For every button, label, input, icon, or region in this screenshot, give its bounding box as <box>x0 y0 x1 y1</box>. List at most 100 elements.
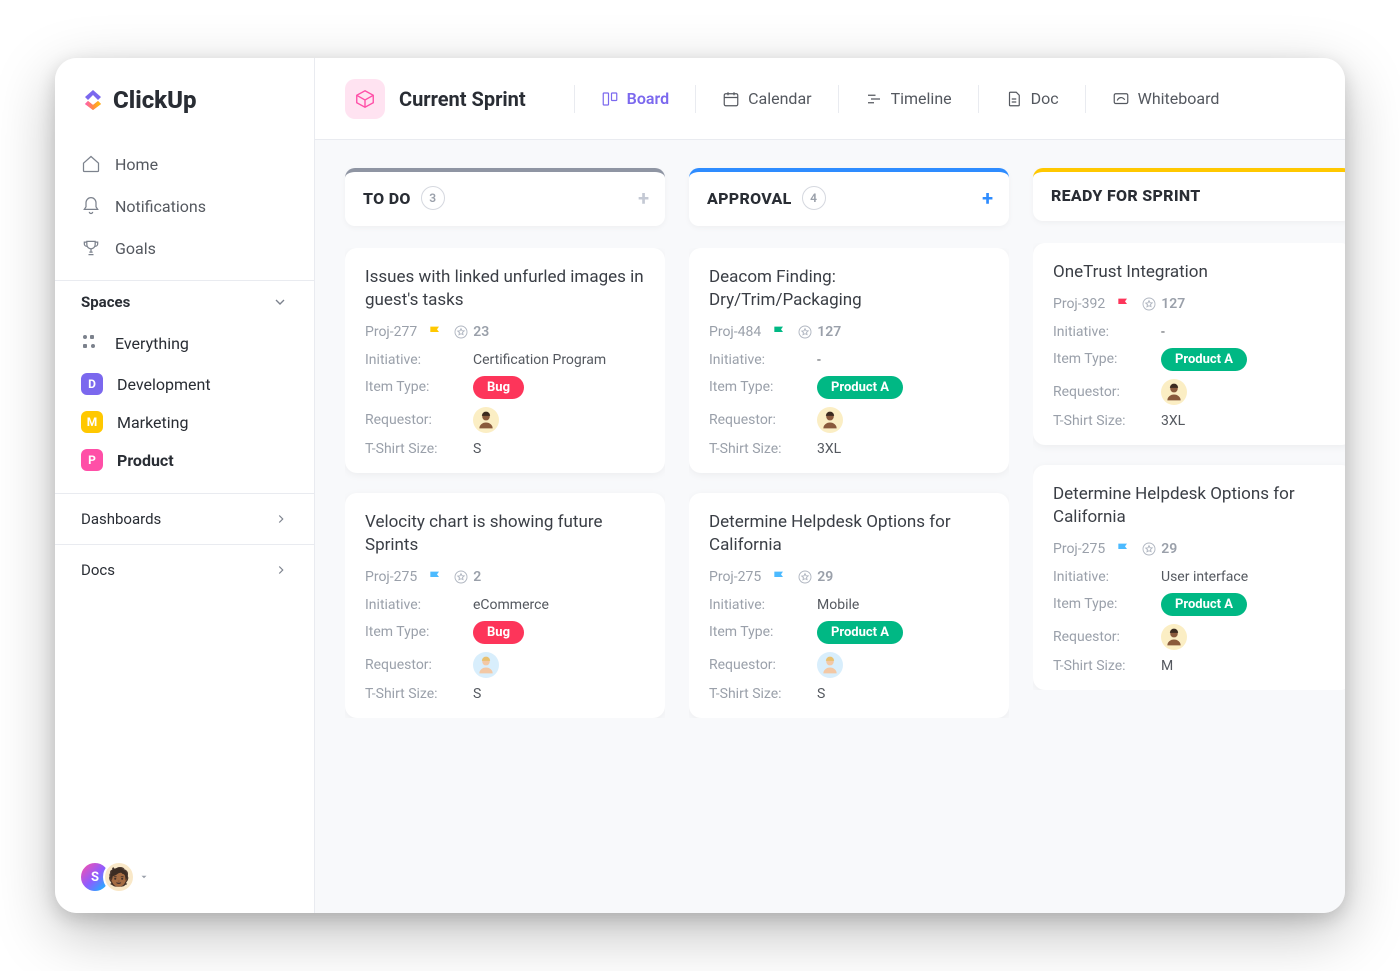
field-value: S <box>817 686 825 702</box>
view-tab-doc[interactable]: Doc <box>1001 83 1063 114</box>
item-type-chip: Product A <box>1161 348 1247 371</box>
sidebar-item-home[interactable]: Home <box>73 146 296 182</box>
bell-icon <box>81 196 101 216</box>
view-tab-calendar[interactable]: Calendar <box>718 83 815 114</box>
task-card[interactable]: Determine Helpdesk Options for Californi… <box>1033 465 1345 690</box>
user-switcher[interactable]: S 🧑🏾 <box>55 847 314 913</box>
page-title: Current Sprint <box>399 87 526 111</box>
field-label: Requestor: <box>365 657 473 673</box>
flag-icon <box>427 569 443 585</box>
field-value: Mobile <box>817 597 859 613</box>
card-list: Deacom Finding: Dry/Trim/Packaging Proj-… <box>689 248 1009 718</box>
column-header[interactable]: TO DO 3 + <box>345 168 665 226</box>
board-column: TO DO 3 + Issues with linked unfurled ima… <box>345 168 665 901</box>
sidebar-item-dashboards[interactable]: Dashboards <box>55 493 314 544</box>
column-count: 4 <box>802 186 826 210</box>
sidebar-space-product[interactable]: P Product <box>73 441 296 479</box>
field-value: User interface <box>1161 569 1248 585</box>
card-meta: Proj-484 127 <box>709 324 989 340</box>
column-count: 3 <box>421 186 445 210</box>
requestor-avatar <box>817 652 843 678</box>
view-tab-label: Calendar <box>748 89 811 108</box>
task-card[interactable]: Determine Helpdesk Options for Californi… <box>689 493 1009 718</box>
sidebar-item-everything[interactable]: Everything <box>73 325 296 361</box>
flag-icon <box>771 569 787 585</box>
sidebar-space-development[interactable]: D Development <box>73 365 296 403</box>
space-color-icon: D <box>81 373 103 395</box>
star-icon <box>453 324 469 340</box>
column-title: TO DO <box>363 189 411 208</box>
field-label: Requestor: <box>1053 384 1161 400</box>
card-title: OneTrust Integration <box>1053 261 1333 284</box>
divider <box>978 85 979 113</box>
home-icon <box>81 154 101 174</box>
project-id: Proj-392 <box>1053 296 1105 312</box>
chevron-right-icon <box>274 563 288 577</box>
field-label: T-Shirt Size: <box>365 441 473 457</box>
score-badge: 2 <box>453 569 481 585</box>
field-label: Initiative: <box>365 352 473 368</box>
card-list: OneTrust Integration Proj-392 127 Initia… <box>1033 243 1345 690</box>
sidebar-section-spaces[interactable]: Spaces <box>55 280 314 321</box>
item-type-chip: Bug <box>473 621 524 644</box>
field-value: S <box>473 686 481 702</box>
column-header[interactable]: READY FOR SPRINT <box>1033 168 1345 221</box>
view-tab-board[interactable]: Board <box>597 83 673 114</box>
field-label: Initiative: <box>1053 569 1161 585</box>
task-card[interactable]: Velocity chart is showing future Sprints… <box>345 493 665 718</box>
field-label: Initiative: <box>709 352 817 368</box>
add-card-button[interactable]: + <box>982 186 993 210</box>
card-meta: Proj-275 2 <box>365 569 645 585</box>
star-icon <box>1141 296 1157 312</box>
task-card[interactable]: OneTrust Integration Proj-392 127 Initia… <box>1033 243 1345 445</box>
field-value: M <box>1161 658 1173 674</box>
task-card[interactable]: Deacom Finding: Dry/Trim/Packaging Proj-… <box>689 248 1009 473</box>
requestor-avatar <box>473 652 499 678</box>
flag-icon <box>1115 296 1131 312</box>
field-label: T-Shirt Size: <box>709 686 817 702</box>
board-column: READY FOR SPRINT OneTrust Integration Pr… <box>1033 168 1345 901</box>
person-icon <box>1164 382 1184 402</box>
board: TO DO 3 + Issues with linked unfurled ima… <box>315 140 1345 913</box>
item-type-chip: Bug <box>473 376 524 399</box>
column-title: READY FOR SPRINT <box>1051 186 1201 205</box>
item-type-chip: Product A <box>817 376 903 399</box>
field-value: 3XL <box>1161 413 1185 429</box>
field-label: Item Type: <box>1053 596 1161 612</box>
sidebar-item-notifications[interactable]: Notifications <box>73 188 296 224</box>
grid-dots-icon <box>81 333 101 353</box>
requestor-avatar <box>473 407 499 433</box>
calendar-icon <box>722 90 740 108</box>
brand-logo[interactable]: ClickUp <box>55 86 314 138</box>
space-color-icon: P <box>81 449 103 471</box>
divider <box>1085 85 1086 113</box>
task-card[interactable]: Issues with linked unfurled images in gu… <box>345 248 665 473</box>
sidebar: ClickUp Home Notifications Goals Spaces <box>55 58 315 913</box>
sidebar-item-docs[interactable]: Docs <box>55 544 314 595</box>
score-badge: 29 <box>797 569 833 585</box>
add-card-button[interactable]: + <box>638 186 649 210</box>
divider <box>838 85 839 113</box>
column-header[interactable]: APPROVAL 4 + <box>689 168 1009 226</box>
view-tab-whiteboard[interactable]: Whiteboard <box>1108 83 1224 114</box>
whiteboard-icon <box>1112 90 1130 108</box>
field-label: Item Type: <box>1053 351 1161 367</box>
card-title: Determine Helpdesk Options for Californi… <box>1053 483 1333 529</box>
view-tab-timeline[interactable]: Timeline <box>861 83 956 114</box>
person-icon <box>820 410 840 430</box>
view-tab-label: Timeline <box>891 89 952 108</box>
sidebar-item-label: Notifications <box>115 197 206 216</box>
sidebar-space-marketing[interactable]: M Marketing <box>73 403 296 441</box>
timeline-icon <box>865 90 883 108</box>
sidebar-item-label: Dashboards <box>81 510 161 528</box>
score-badge: 127 <box>1141 296 1185 312</box>
field-label: Initiative: <box>365 597 473 613</box>
view-tab-label: Doc <box>1031 89 1059 108</box>
sidebar-nav: Home Notifications Goals <box>55 138 314 280</box>
column-title: APPROVAL <box>707 189 792 208</box>
sidebar-item-goals[interactable]: Goals <box>73 230 296 266</box>
caret-down-icon <box>139 872 149 882</box>
field-label: Requestor: <box>365 412 473 428</box>
field-label: T-Shirt Size: <box>1053 658 1161 674</box>
project-id: Proj-484 <box>709 324 761 340</box>
